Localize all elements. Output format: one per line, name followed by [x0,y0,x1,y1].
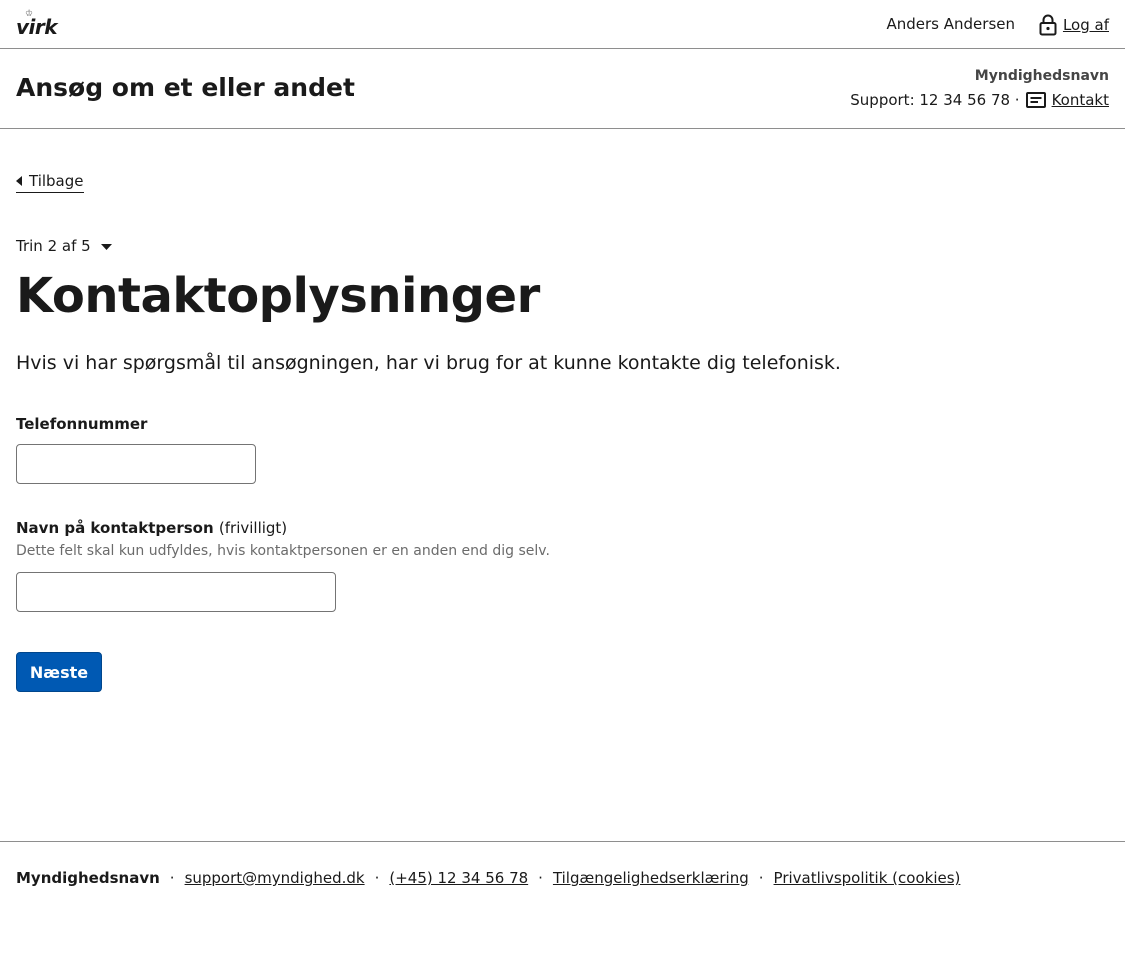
next-button[interactable]: Næste [16,652,102,692]
back-link[interactable]: Tilbage [16,172,84,193]
authority-name: Myndighedsnavn [974,68,1109,84]
caret-down-icon [100,243,112,250]
step-label: Trin 2 af 5 [16,237,91,255]
footer-privacy-link[interactable]: Privatlivspolitik (cookies) [774,869,961,887]
intro-text: Hvis vi har spørgsmål til ansøgningen, h… [16,352,841,374]
user-name: Anders Andersen [886,15,1015,33]
contact-card-icon [1025,92,1046,108]
page-title: Kontaktoplysninger [16,268,540,324]
contact-person-label: Navn på kontaktperson (frivilligt) [16,519,287,537]
phone-label: Telefonnummer [16,415,148,433]
virk-logo[interactable]: ♔ virk [16,10,58,39]
footer-phone-link[interactable]: (+45) 12 34 56 78 [389,869,528,887]
footer-separator: · [169,869,175,887]
back-label: Tilbage [29,172,84,190]
caret-left-icon [16,176,22,186]
step-indicator[interactable]: Trin 2 af 5 [16,237,112,255]
optional-tag: (frivilligt) [218,519,288,537]
footer-links: Myndighedsnavn · support@myndighed.dk · … [16,869,960,887]
footer-email-link[interactable]: support@myndighed.dk [185,869,365,887]
logo-text: virk [16,15,58,39]
phone-input[interactable] [16,444,256,484]
contact-person-hint: Dette felt skal kun udfyldes, hvis konta… [16,543,550,559]
contact-person-input[interactable] [16,572,336,612]
footer-separator: · [374,869,380,887]
footer-accessibility-link[interactable]: Tilgængelighedserklæring [553,869,749,887]
support-text: Support: 12 34 56 78 · [850,91,1020,109]
support-line: Support: 12 34 56 78 · Kontakt [850,91,1109,109]
logout-link[interactable]: Log af [1039,12,1109,38]
contact-link[interactable]: Kontakt [1052,91,1109,109]
lock-icon [1039,14,1057,36]
footer-authority: Myndighedsnavn [16,869,160,887]
site-footer: Myndighedsnavn · support@myndighed.dk · … [0,841,1125,961]
footer-separator: · [758,869,764,887]
site-header: Ansøg om et eller andet Myndighedsnavn S… [0,49,1125,129]
app-title: Ansøg om et eller andet [16,73,355,102]
footer-separator: · [538,869,543,887]
top-bar: ♔ virk Anders Andersen Log af [0,0,1125,49]
logout-label: Log af [1062,16,1109,34]
contact-person-label-text: Navn på kontaktperson [16,519,214,537]
